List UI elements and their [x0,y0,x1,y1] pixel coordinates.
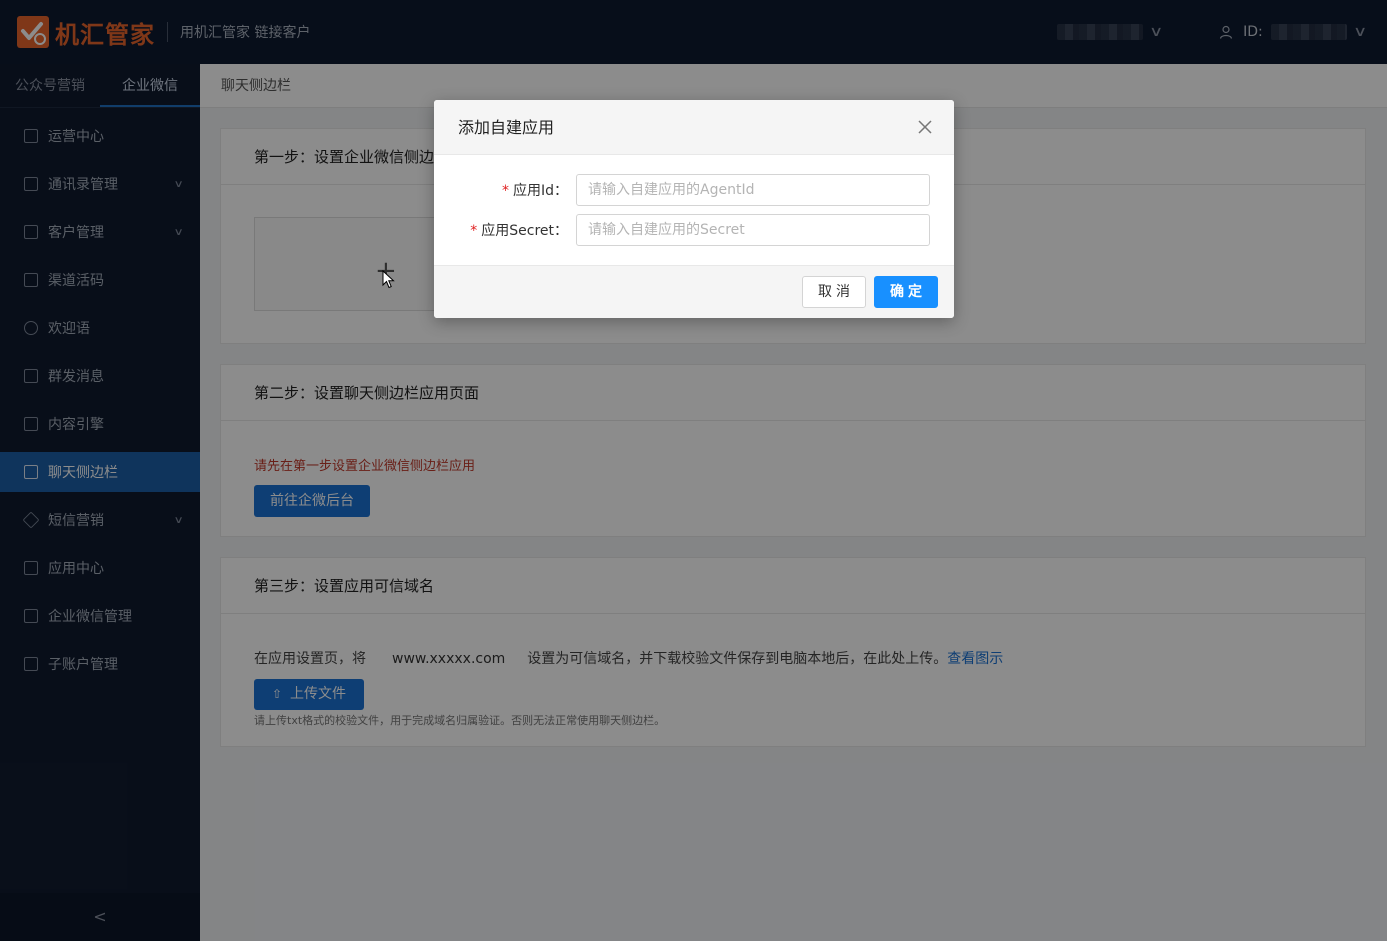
close-icon[interactable] [916,118,934,136]
form-row-app-id: * 应用Id： [434,174,954,206]
app-id-input[interactable] [576,174,930,206]
app-secret-label: * 应用Secret： [434,220,576,240]
dialog-body: *应用Id： *应用Secret： [434,155,954,266]
dialog-footer: 取消 确定 [434,266,954,318]
add-app-dialog: 添加自建应用 *应用Id： *应用Secret： 取消 确定 [434,100,954,318]
dialog-title: 添加自建应用 [458,118,555,137]
app-secret-input[interactable] [576,214,930,246]
app-secret-label-text: 应用Secret： [481,223,568,239]
app-id-label: * 应用Id： [434,180,576,200]
required-marker: * [501,183,509,199]
required-marker: * [470,223,478,239]
app-id-label-text: 应用Id： [512,183,568,199]
mouse-cursor-icon [382,270,395,289]
dialog-header: 添加自建应用 [434,100,954,155]
confirm-button[interactable]: 确定 [874,276,938,308]
form-row-app-secret: * 应用Secret： [434,214,954,246]
cancel-button[interactable]: 取消 [802,276,866,308]
